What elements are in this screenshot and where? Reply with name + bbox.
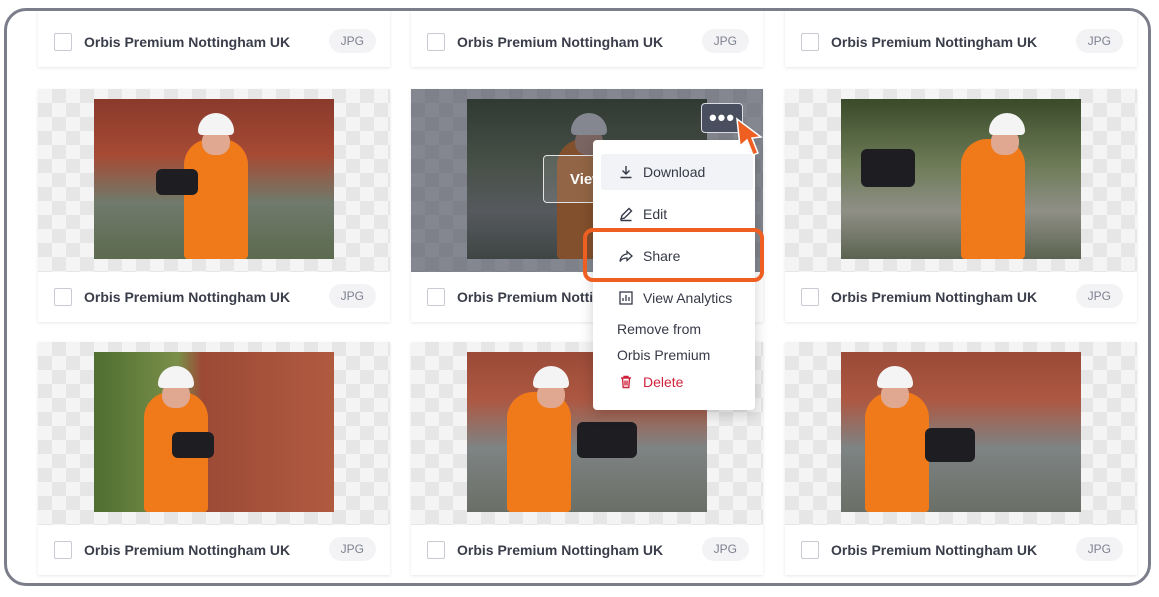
asset-caption: Orbis Premium Nottingham UK JPG (785, 17, 1137, 67)
asset-card[interactable]: Orbis Premium Nottingham UK JPG (785, 342, 1137, 575)
file-type-badge: JPG (1075, 537, 1123, 561)
hard-hat (158, 366, 194, 388)
thermal-camera (156, 169, 198, 195)
menu-label: Delete (643, 374, 684, 390)
asset-name: Orbis Premium Nottingham UK (84, 542, 291, 558)
select-checkbox[interactable] (801, 288, 819, 306)
menu-label: Edit (643, 206, 668, 222)
asset-card[interactable]: Orbis Premium Nottingham UK JPG (785, 11, 1137, 67)
file-type-badge: JPG (328, 537, 376, 561)
asset-photo (94, 352, 334, 512)
menu-item-delete[interactable]: Delete (593, 364, 745, 400)
file-type-badge: JPG (701, 537, 749, 561)
asset-name: Orbis Premium Nottingham UK (457, 34, 664, 50)
asset-caption: Orbis Premium Nottingham UK JPG (38, 17, 390, 67)
menu-item-view-analytics[interactable]: View Analytics (593, 280, 745, 316)
select-checkbox[interactable] (427, 541, 445, 559)
pointer-arrow-icon (736, 117, 763, 156)
worker-figure (507, 392, 571, 512)
asset-photo (841, 99, 1081, 259)
menu-label-line1: Remove from (617, 321, 702, 337)
select-checkbox[interactable] (54, 33, 72, 51)
asset-thumbnail[interactable] (38, 89, 390, 272)
asset-name: Orbis Premium Nottingham UK (84, 289, 291, 305)
asset-thumbnail[interactable] (785, 342, 1137, 525)
menu-item-remove-from-collection[interactable]: Remove from Orbis Premium (593, 316, 745, 368)
asset-caption: Orbis Premium Nottingham UK JPG (411, 17, 763, 67)
file-type-badge: JPG (328, 29, 376, 53)
select-checkbox[interactable] (801, 541, 819, 559)
thermal-camera (577, 422, 637, 458)
asset-caption: Orbis Premium Nottingham UK JPG (38, 525, 390, 575)
asset-caption: Orbis Premium Nottingham UK JPG (38, 272, 390, 322)
asset-grid: Orbis Premium Nottingham UK JPG Orbis Pr… (7, 11, 1148, 583)
menu-label: Download (643, 164, 706, 180)
select-checkbox[interactable] (427, 33, 445, 51)
menu-item-download[interactable]: Download (601, 154, 753, 190)
worker-figure (184, 139, 248, 259)
asset-caption: Orbis Premium Nottingham UK JPG (785, 525, 1137, 575)
asset-thumbnail[interactable] (38, 342, 390, 525)
hard-hat (198, 113, 234, 135)
asset-name: Orbis Premium Nottingham UK (457, 542, 664, 558)
download-icon (617, 163, 635, 181)
asset-photo (94, 99, 334, 259)
thermal-camera (172, 432, 214, 458)
select-checkbox[interactable] (54, 288, 72, 306)
hard-hat (989, 113, 1025, 135)
select-checkbox[interactable] (801, 33, 819, 51)
asset-name: Orbis Premium Nottingham UK (831, 289, 1038, 305)
asset-photo (841, 352, 1081, 512)
asset-thumbnail[interactable] (785, 89, 1137, 272)
thermal-camera (861, 149, 915, 187)
pencil-icon (617, 205, 635, 223)
asset-name: Orbis Premium Nottingham UK (831, 542, 1038, 558)
asset-card[interactable]: Orbis Premium Nottingham UK JPG (38, 342, 390, 575)
asset-card[interactable]: Orbis Premium Nottingham UK JPG (38, 89, 390, 322)
file-type-badge: JPG (1075, 284, 1123, 308)
worker-figure (961, 139, 1025, 259)
file-type-badge: JPG (701, 29, 749, 53)
hard-hat (877, 366, 913, 388)
asset-card[interactable]: Orbis Premium Nottingham UK JPG (785, 89, 1137, 322)
file-type-badge: JPG (328, 284, 376, 308)
menu-item-edit[interactable]: Edit (593, 196, 745, 232)
chart-icon (617, 289, 635, 307)
select-checkbox[interactable] (427, 288, 445, 306)
asset-name: Orbis Premium Nottingham UK (84, 34, 291, 50)
file-type-badge: JPG (1075, 29, 1123, 53)
trash-icon (617, 373, 635, 391)
asset-card[interactable]: Orbis Premium Nottingham UK JPG (38, 11, 390, 67)
screenshot-frame: Orbis Premium Nottingham UK JPG Orbis Pr… (4, 8, 1151, 586)
asset-name: Orbis Premium Nottingham UK (831, 34, 1038, 50)
asset-card[interactable]: Orbis Premium Nottingham UK JPG (411, 11, 763, 67)
asset-caption: Orbis Premium Nottingham UK JPG (785, 272, 1137, 322)
share-highlight-annotation (583, 228, 764, 282)
asset-caption: Orbis Premium Nottingham UK JPG (411, 525, 763, 575)
menu-label: View Analytics (643, 290, 733, 306)
worker-figure (865, 392, 929, 512)
thermal-camera (925, 428, 975, 462)
select-checkbox[interactable] (54, 541, 72, 559)
hard-hat (533, 366, 569, 388)
